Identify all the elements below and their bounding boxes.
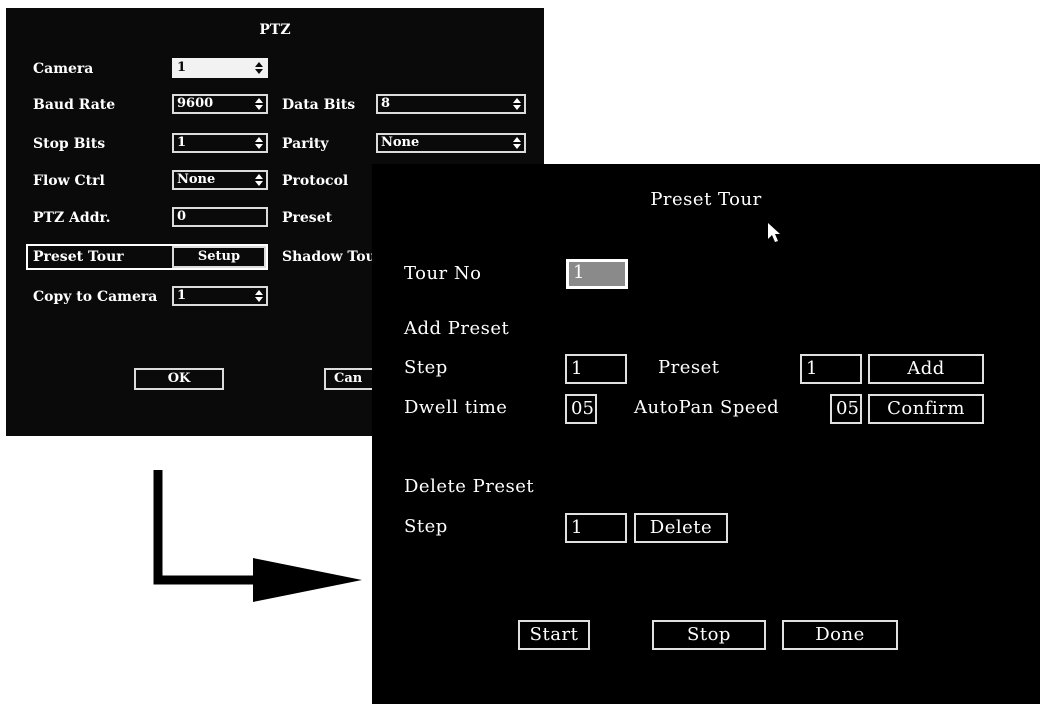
copy-to-camera-label: Copy to Camera xyxy=(33,289,158,305)
preset-tour-title: Preset Tour xyxy=(650,189,762,210)
data-bits-select[interactable]: 8 xyxy=(376,94,526,114)
spinner-icon xyxy=(513,137,521,149)
step-label: Step xyxy=(404,357,448,378)
mouse-pointer-icon xyxy=(768,223,780,242)
delete-button[interactable]: Delete xyxy=(634,513,728,543)
stop-bits-label: Stop Bits xyxy=(33,136,106,152)
shadow-tour-label: Shadow Tou xyxy=(282,249,376,265)
ptz-addr-input[interactable]: 0 xyxy=(172,207,268,227)
spinner-icon xyxy=(255,290,263,302)
flow-ctrl-value: None xyxy=(177,172,216,187)
data-bits-label: Data Bits xyxy=(282,97,356,113)
delete-step-label: Step xyxy=(404,516,448,537)
delete-preset-heading: Delete Preset xyxy=(404,476,535,497)
stop-bits-value: 1 xyxy=(177,135,187,150)
parity-select[interactable]: None xyxy=(376,133,526,153)
tour-no-label: Tour No xyxy=(404,263,482,284)
spinner-icon xyxy=(513,98,521,110)
ptz-title: PTZ xyxy=(259,22,291,38)
ptz-addr-label: PTZ Addr. xyxy=(33,210,111,226)
baud-rate-label: Baud Rate xyxy=(33,97,116,113)
stop-button[interactable]: Stop xyxy=(652,620,766,650)
protocol-label: Protocol xyxy=(282,173,349,189)
flow-ctrl-label: Flow Ctrl xyxy=(33,173,105,189)
preset-tour-window: Preset Tour Tour No 1 Add Preset Step 1 … xyxy=(372,164,1040,704)
start-button[interactable]: Start xyxy=(518,620,590,650)
spinner-icon xyxy=(255,62,263,74)
add-button[interactable]: Add xyxy=(868,354,984,384)
spinner-icon xyxy=(255,137,263,149)
tour-no-input[interactable]: 1 xyxy=(566,259,628,289)
spinner-icon xyxy=(255,174,263,186)
step-input[interactable]: 1 xyxy=(565,354,627,384)
autopan-speed-input[interactable]: 05 xyxy=(830,394,862,424)
autopan-speed-label: AutoPan Speed xyxy=(634,397,780,418)
dwell-time-input[interactable]: 05 xyxy=(565,394,597,424)
copy-to-camera-select[interactable]: 1 xyxy=(172,286,268,306)
dwell-time-label: Dwell time xyxy=(404,397,508,418)
flow-ctrl-select[interactable]: None xyxy=(172,170,268,190)
baud-rate-value: 9600 xyxy=(177,96,214,111)
preset-tour-setup-button[interactable]: Setup xyxy=(172,246,266,268)
camera-label: Camera xyxy=(33,61,94,77)
elbow-arrow-icon xyxy=(153,470,362,602)
preset-input[interactable]: 1 xyxy=(800,354,862,384)
parity-label: Parity xyxy=(282,136,329,152)
confirm-button[interactable]: Confirm xyxy=(868,394,984,424)
preset-label: Preset xyxy=(282,210,333,226)
baud-rate-select[interactable]: 9600 xyxy=(172,94,268,114)
data-bits-value: 8 xyxy=(381,96,391,111)
preset-label: Preset xyxy=(658,357,720,378)
parity-value: None xyxy=(381,135,420,150)
done-button[interactable]: Done xyxy=(782,620,898,650)
stop-bits-select[interactable]: 1 xyxy=(172,133,268,153)
copy-to-camera-value: 1 xyxy=(177,288,187,303)
camera-value: 1 xyxy=(177,60,187,75)
spinner-icon xyxy=(255,98,263,110)
delete-step-input[interactable]: 1 xyxy=(565,513,627,543)
camera-select[interactable]: 1 xyxy=(172,58,268,78)
add-preset-heading: Add Preset xyxy=(404,318,510,339)
ok-button[interactable]: OK xyxy=(134,368,224,390)
preset-tour-label: Preset Tour xyxy=(33,249,124,265)
ptz-addr-value: 0 xyxy=(177,209,187,224)
